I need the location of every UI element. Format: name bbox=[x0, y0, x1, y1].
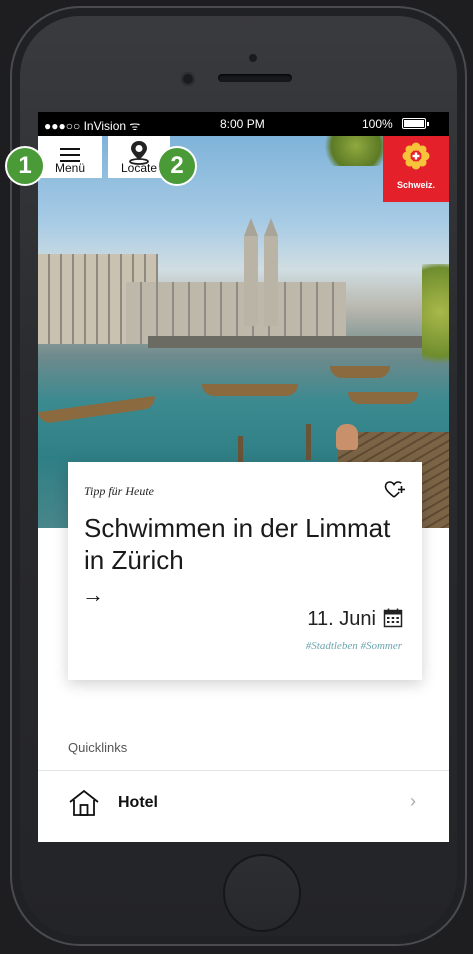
status-bar: ●●●○○ InVision ᯤ 8:00 PM 100% bbox=[38, 112, 449, 136]
card-title: Schwimmen in der Limmat in Zürich bbox=[84, 513, 391, 575]
bridge bbox=[148, 336, 449, 348]
heart-plus-icon[interactable] bbox=[384, 480, 406, 500]
annotation-marker-1: 1 bbox=[5, 146, 45, 186]
boat bbox=[348, 392, 418, 404]
quicklink-hotel[interactable]: Hotel › bbox=[38, 771, 449, 835]
quicklink-label: Hotel bbox=[118, 794, 158, 811]
home-icon bbox=[69, 789, 99, 816]
card-eyebrow: Tipp für Heute bbox=[84, 484, 155, 498]
church-tower bbox=[244, 218, 258, 326]
card-hashtags[interactable]: #Stadtleben #Sommer bbox=[306, 640, 402, 652]
boat bbox=[202, 384, 298, 396]
battery-percent: 100% bbox=[362, 117, 393, 131]
card-date: 11. Juni bbox=[307, 608, 376, 630]
mooring-post bbox=[306, 424, 311, 460]
tree-right bbox=[422, 264, 449, 384]
person-on-pier bbox=[336, 424, 358, 450]
chevron-right-icon: › bbox=[410, 791, 416, 811]
boat bbox=[330, 366, 390, 378]
sensor bbox=[249, 54, 257, 62]
boat bbox=[38, 395, 157, 425]
front-camera bbox=[181, 72, 195, 86]
swiss-flower-icon bbox=[402, 142, 430, 170]
tip-card[interactable]: Tipp für Heute Schwimmen in der Limmat i… bbox=[68, 462, 422, 680]
buildings-middle bbox=[126, 282, 346, 344]
arrow-right-icon[interactable]: → bbox=[82, 582, 104, 608]
hamburger-icon bbox=[60, 148, 80, 162]
menu-label: Menü bbox=[54, 161, 86, 175]
battery-icon bbox=[402, 118, 429, 129]
earpiece-speaker bbox=[218, 74, 292, 82]
home-button[interactable] bbox=[223, 854, 301, 932]
calendar-icon[interactable] bbox=[383, 608, 403, 628]
church-tower bbox=[264, 218, 278, 326]
clock: 8:00 PM bbox=[220, 117, 265, 131]
schweiz-logo[interactable]: Schweiz. bbox=[383, 136, 449, 202]
brand-label: Schweiz. bbox=[396, 180, 435, 190]
carrier-label: ●●●○○ InVision ᯤ bbox=[44, 119, 141, 133]
annotation-marker-2: 2 bbox=[157, 146, 197, 186]
quicklinks-heading: Quicklinks bbox=[68, 740, 128, 755]
screen: ●●●○○ InVision ᯤ 8:00 PM 100% Menü Locat… bbox=[38, 112, 449, 842]
menu-button[interactable]: Menü bbox=[38, 136, 102, 178]
